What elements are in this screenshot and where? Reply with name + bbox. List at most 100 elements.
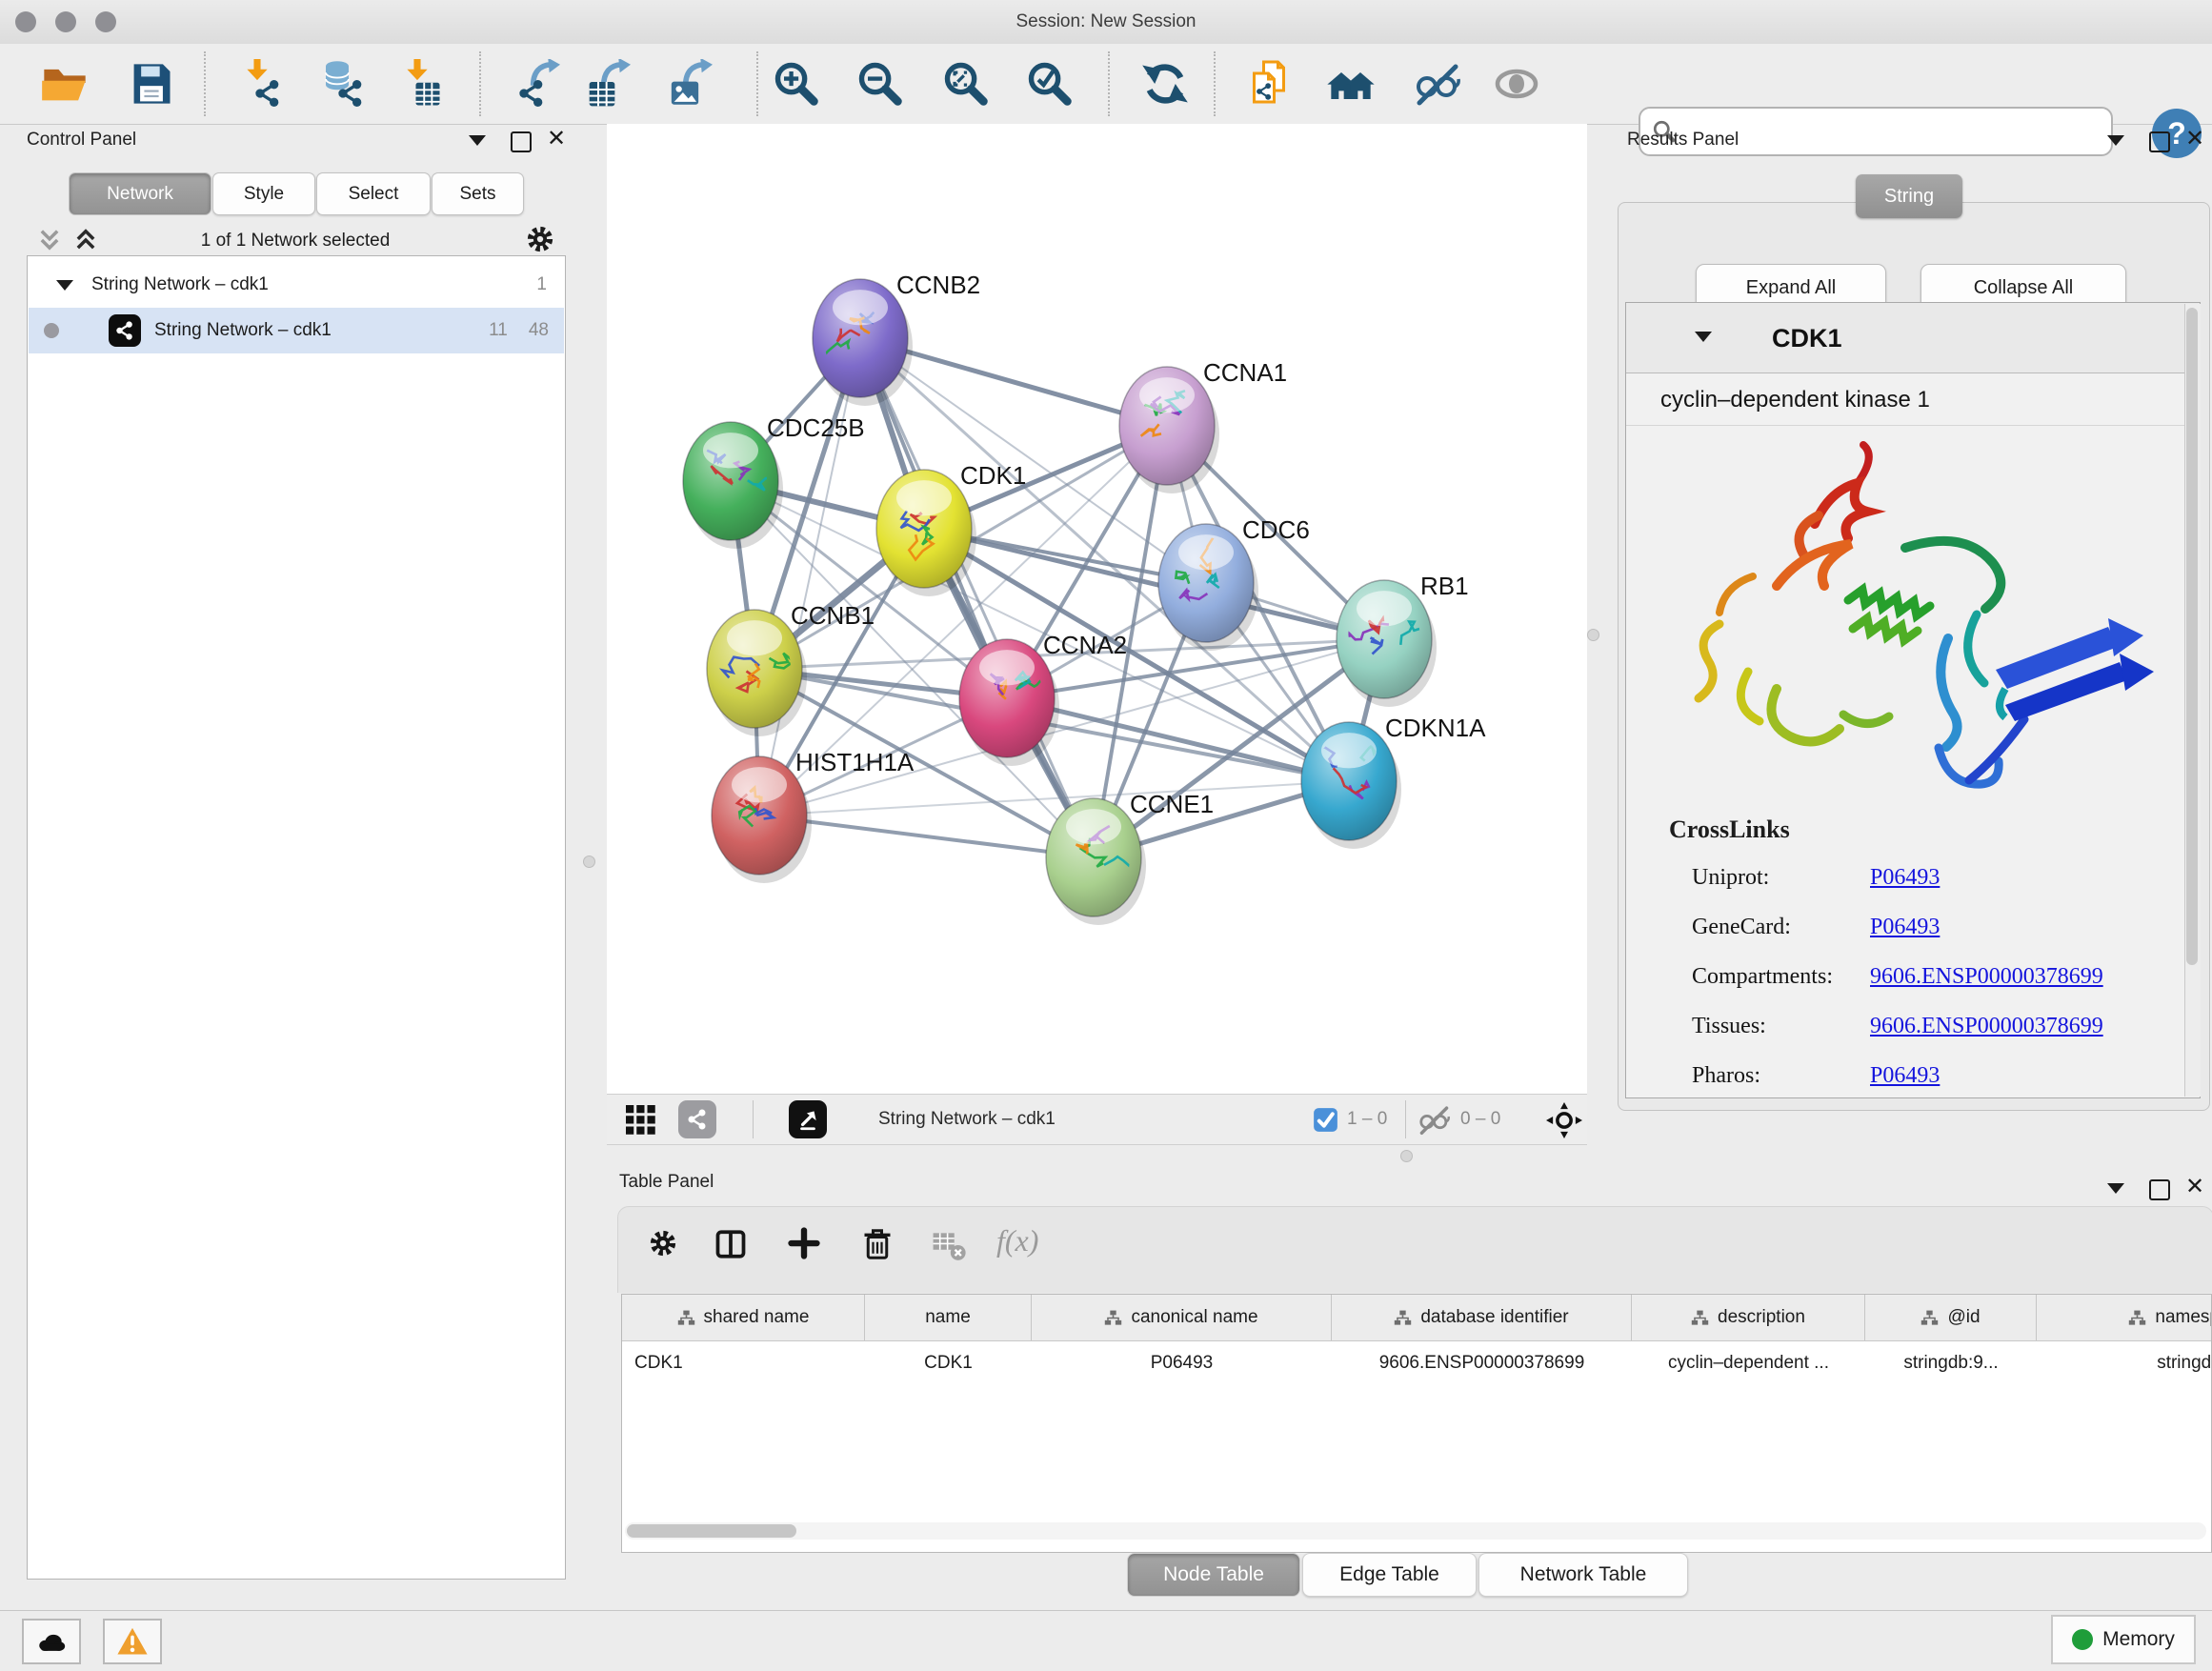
zoom-selected-icon[interactable] (1025, 59, 1075, 109)
zoom-fit-icon[interactable] (941, 59, 991, 109)
network-edge[interactable] (759, 338, 860, 815)
control-panel-menu-caret[interactable] (469, 135, 486, 146)
application-window: Session: New Session (0, 0, 2212, 1671)
fit-selected-crosshair-icon[interactable] (1546, 1102, 1582, 1138)
column-header-description[interactable]: description (1632, 1295, 1865, 1340)
node-label-RB1: RB1 (1420, 572, 1469, 600)
toolbar-separator (756, 51, 758, 116)
search-input[interactable] (1684, 120, 2100, 143)
bottom-splitter-handle[interactable] (1400, 1150, 1413, 1162)
column-header-shared-name[interactable]: shared name (622, 1295, 865, 1340)
crosslink-label: Pharos: (1692, 1063, 1760, 1089)
zoom-in-icon[interactable] (772, 59, 821, 109)
crosslink-label: Uniprot: (1692, 865, 1769, 891)
memory-button[interactable]: Memory (2051, 1615, 2196, 1664)
tab-style[interactable]: Style (212, 172, 315, 215)
left-splitter-handle[interactable] (583, 856, 595, 868)
crosslink-label: Tissues: (1692, 1014, 1766, 1039)
results-panel-float-button[interactable] (2149, 131, 2170, 152)
column-header--id[interactable]: @id (1865, 1295, 2037, 1340)
table-settings-gear-icon[interactable] (647, 1227, 679, 1259)
show-columns-icon[interactable] (714, 1227, 748, 1261)
grid-view-icon[interactable] (623, 1102, 657, 1137)
import-network-from-database-icon[interactable] (318, 59, 368, 109)
table-cell[interactable]: CDK1 (865, 1353, 1032, 1374)
network-row-selected[interactable]: String Network – cdk1 11 48 (29, 308, 564, 353)
table-row[interactable]: CDK1CDK1P064939606.ENSP00000378699cyclin… (622, 1341, 2211, 1385)
duplicate-network-icon[interactable] (1243, 59, 1293, 109)
table-cell[interactable]: stringdb (2037, 1353, 2212, 1374)
export-network-icon[interactable] (514, 59, 564, 109)
birdseye-view-icon[interactable] (789, 1100, 827, 1138)
crosslink-value-link[interactable]: 9606.ENSP00000378699 (1870, 964, 2103, 990)
gene-symbol: CDK1 (1772, 324, 1842, 353)
warnings-button[interactable] (103, 1619, 162, 1664)
tab-edge-table[interactable]: Edge Table (1302, 1553, 1477, 1597)
right-splitter-handle[interactable] (1587, 629, 1599, 641)
export-image-icon[interactable] (667, 59, 716, 109)
table-panel-menu-caret[interactable] (2107, 1183, 2124, 1194)
results-panel-close-button[interactable]: ✕ (2185, 130, 2204, 149)
table-hscrollbar-track[interactable] (625, 1522, 2206, 1540)
column-type-icon (1691, 1309, 1709, 1327)
hide-results-glasses-icon[interactable] (1413, 59, 1462, 109)
table-cell[interactable]: P06493 (1032, 1353, 1332, 1374)
gene-collapse-caret[interactable] (1695, 332, 1712, 342)
network-canvas[interactable]: CCNB2CCNA1CDC25BCDK1CDC6RB1CCNB1CCNA2CDK… (607, 124, 1587, 1094)
add-column-icon[interactable] (788, 1227, 820, 1259)
selected-checkbox-icon[interactable] (1313, 1107, 1338, 1133)
tab-network-table[interactable]: Network Table (1478, 1553, 1688, 1597)
node-label-CCNA2: CCNA2 (1043, 631, 1127, 659)
refresh-icon[interactable] (1140, 59, 1190, 109)
network-label: String Network – cdk1 (154, 320, 332, 341)
control-panel-close-button[interactable]: ✕ (547, 130, 566, 149)
table-cell[interactable]: CDK1 (622, 1353, 865, 1374)
delete-column-trash-icon[interactable] (860, 1227, 895, 1261)
network-tree: String Network – cdk1 1 String Network –… (27, 255, 566, 1580)
table-cell[interactable]: cyclin–dependent ... (1632, 1353, 1865, 1374)
crosslink-value-link[interactable]: 9606.ENSP00000378699 (1870, 1014, 2103, 1039)
export-table-icon[interactable] (585, 59, 634, 109)
results-panel-menu-caret[interactable] (2107, 135, 2124, 146)
import-table-icon[interactable] (397, 59, 447, 109)
tab-network[interactable]: Network (69, 172, 211, 215)
tab-string[interactable]: String (1856, 174, 1962, 218)
column-header-canonical-name[interactable]: canonical name (1032, 1295, 1332, 1340)
table-header-row: shared namenamecanonical namedatabase id… (622, 1295, 2211, 1341)
warning-icon (116, 1625, 149, 1658)
network-options-gear-icon[interactable] (524, 223, 556, 255)
tab-select[interactable]: Select (316, 172, 431, 215)
table-cell[interactable]: stringdb:9... (1865, 1353, 2037, 1374)
status-bar: Memory (0, 1610, 2212, 1671)
open-session-icon[interactable] (40, 59, 90, 109)
tab-node-table[interactable]: Node Table (1127, 1553, 1300, 1597)
network-collection-row[interactable]: String Network – cdk1 1 (29, 262, 564, 308)
tab-sets[interactable]: Sets (432, 172, 524, 215)
string-query-home-icon[interactable] (1326, 59, 1376, 109)
share-view-icon[interactable] (678, 1100, 716, 1138)
tree-expand-caret[interactable] (55, 278, 74, 292)
zoom-out-icon[interactable] (855, 59, 905, 109)
table-panel-float-button[interactable] (2149, 1179, 2170, 1200)
results-scrollbar-thumb[interactable] (2186, 308, 2198, 965)
node-label-CCNA1: CCNA1 (1203, 358, 1287, 387)
show-eye-icon[interactable] (1492, 59, 1541, 109)
collapse-all-chevrons-icon[interactable] (36, 227, 63, 253)
cloud-status-button[interactable] (22, 1619, 81, 1664)
crosslink-value-link[interactable]: P06493 (1870, 1063, 1940, 1089)
column-header-name[interactable]: name (865, 1295, 1032, 1340)
crosslink-value-link[interactable]: P06493 (1870, 865, 1940, 891)
table-cell[interactable]: 9606.ENSP00000378699 (1332, 1353, 1632, 1374)
expand-all-chevrons-icon[interactable] (72, 227, 99, 253)
control-panel-title: Control Panel (27, 130, 136, 151)
table-hscrollbar-thumb[interactable] (627, 1524, 796, 1538)
gene-card-header[interactable]: CDK1 (1626, 303, 2200, 373)
table-panel-close-button[interactable]: ✕ (2185, 1178, 2204, 1197)
import-network-icon[interactable] (237, 59, 287, 109)
save-session-icon[interactable] (127, 59, 176, 109)
control-panel-float-button[interactable] (511, 131, 532, 152)
crosslink-value-link[interactable]: P06493 (1870, 915, 1940, 940)
column-header-database-identifier[interactable]: database identifier (1332, 1295, 1632, 1340)
network-edge[interactable] (860, 338, 1094, 857)
column-header-namespace[interactable]: namespace (2037, 1295, 2212, 1340)
